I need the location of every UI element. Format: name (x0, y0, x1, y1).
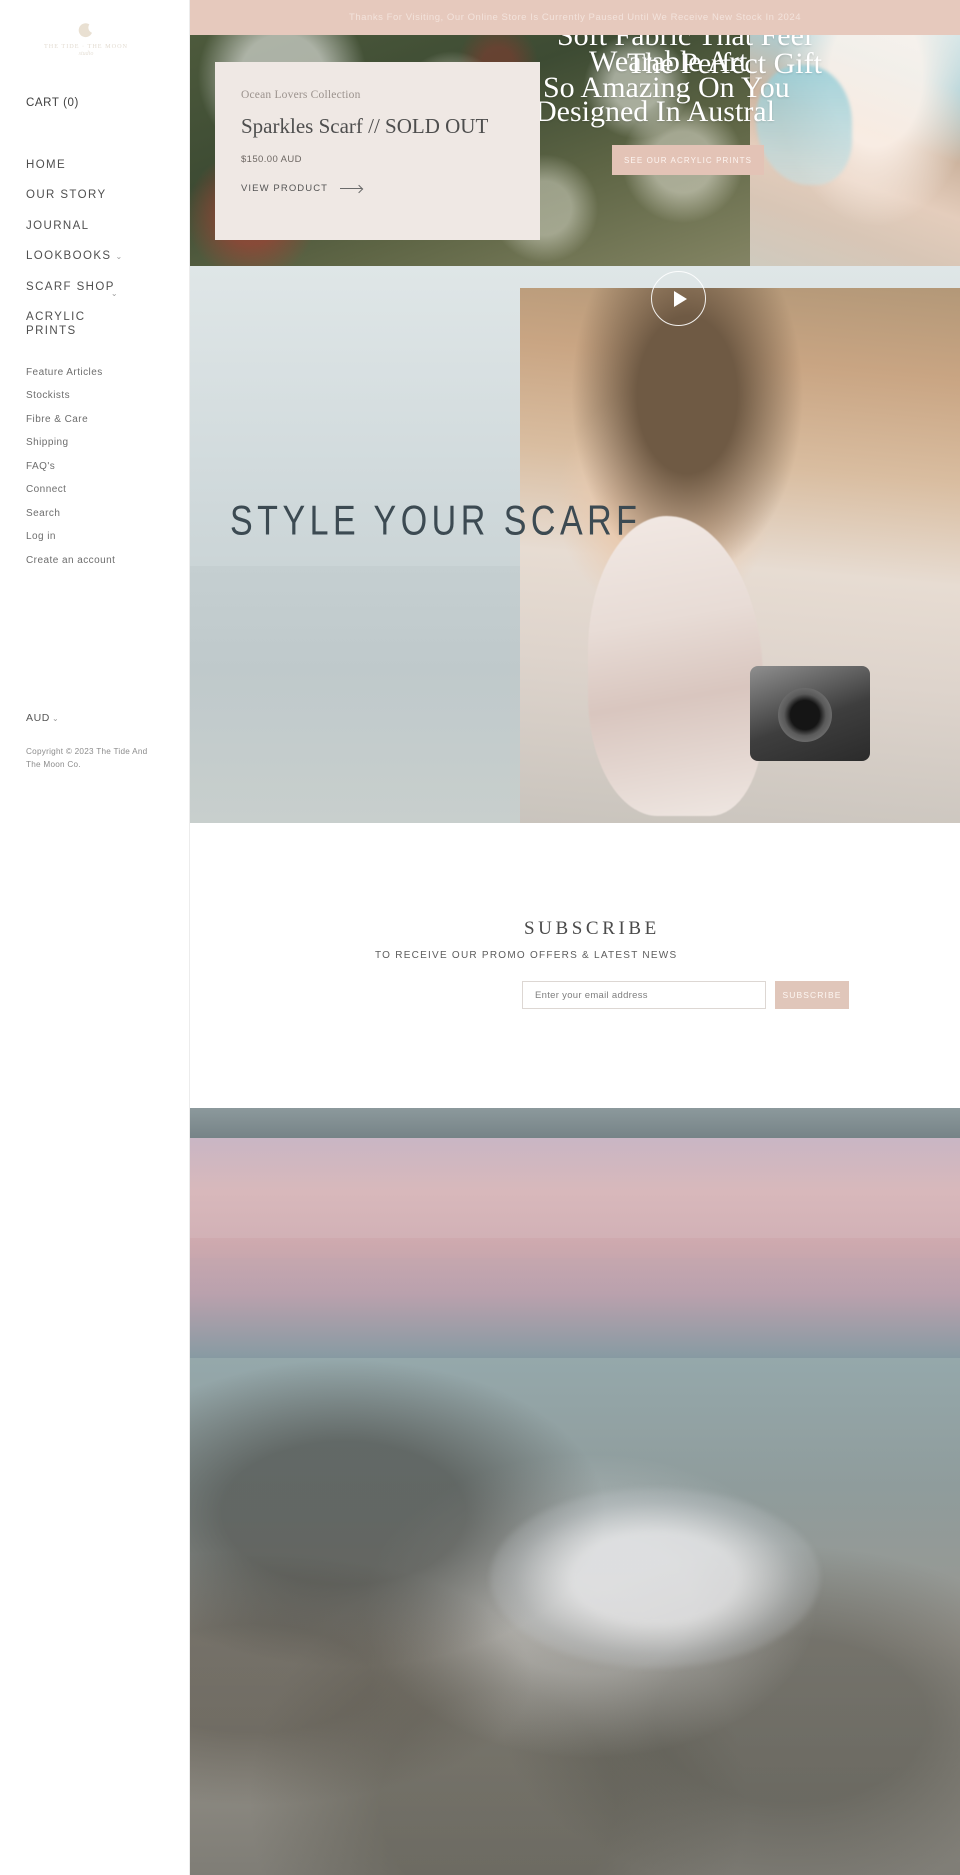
nav-label: JOURNAL (26, 219, 90, 232)
sidebar-item-search[interactable]: Search (26, 508, 189, 519)
sidebar-item-faqs[interactable]: FAQ's (26, 461, 189, 472)
nav-item-our-story[interactable]: OUR STORY (26, 188, 122, 202)
nav-item-lookbooks[interactable]: LOOKBOOKS ⌄ (26, 249, 122, 263)
nav-label: LOOKBOOKS (26, 250, 112, 263)
video-camera (750, 666, 870, 761)
nav-item-scarf-shop[interactable]: SCARF SHOP ⌄ (26, 280, 122, 298)
announcement-bar: Thanks For Visiting, Our Online Store Is… (190, 0, 960, 35)
play-icon[interactable] (651, 271, 706, 326)
chevron-down-icon[interactable]: ⌄ (115, 252, 123, 261)
sidebar: THE TIDE · THE MOON studio CART (0) HOME… (0, 0, 190, 1875)
nav-item-acrylic-prints[interactable]: ACRYLIC PRINTS (26, 310, 122, 339)
chevron-down-icon[interactable]: ⌄ (111, 289, 119, 299)
crescent-moon-icon (78, 23, 92, 38)
sidebar-item-create-account[interactable]: Create an account (26, 555, 189, 566)
nav-item-journal[interactable]: JOURNAL (26, 219, 122, 233)
secondary-navigation: Feature Articles Stockists Fibre & Care … (26, 367, 189, 566)
subscribe-form: SUBSCRIBE (522, 981, 849, 1009)
email-field[interactable] (522, 981, 766, 1009)
sidebar-item-stockists[interactable]: Stockists (26, 390, 189, 401)
copyright-text: Copyright © 2023 The Tide And The Moon C… (26, 747, 148, 769)
hero-cta-label: SEE OUR ACRYLIC PRINTS (623, 155, 753, 165)
currency-value: AUD (26, 712, 50, 724)
subscribe-title: SUBSCRIBE (524, 918, 660, 939)
sidebar-item-connect[interactable]: Connect (26, 484, 189, 495)
logo-script: studio (78, 51, 94, 57)
announcement-text: Thanks For Visiting, Our Online Store Is… (348, 12, 802, 23)
subscribe-section: SUBSCRIBE TO RECEIVE OUR PROMO OFFERS & … (190, 823, 960, 1108)
sidebar-item-shipping[interactable]: Shipping (26, 437, 189, 448)
cart-link[interactable]: CART (0) (26, 97, 79, 109)
nav-label: SCARF SHOP (26, 280, 115, 293)
product-collection-label: Ocean Lovers Collection (241, 89, 361, 101)
nav-item-home[interactable]: HOME (26, 158, 122, 172)
product-price: $150.00 AUD (241, 154, 302, 166)
main-content: Thanks For Visiting, Our Online Store Is… (190, 0, 960, 1875)
featured-product-card[interactable]: Ocean Lovers Collection Sparkles Scarf /… (215, 62, 540, 240)
nav-label: ACRYLIC PRINTS (26, 310, 86, 338)
nav-label: OUR STORY (26, 189, 107, 202)
main-navigation: HOME OUR STORY JOURNAL LOOKBOOKS ⌄ SCARF … (26, 158, 189, 339)
view-product-label: VIEW PRODUCT (241, 183, 329, 195)
sidebar-item-fibre-care[interactable]: Fibre & Care (26, 414, 189, 425)
hero-section: Soft Fabric That Feel Wearable Art The P… (190, 35, 960, 266)
video-caption: STYLE YOUR SCARF (230, 498, 642, 545)
view-product-button[interactable]: VIEW PRODUCT (241, 183, 510, 194)
sidebar-item-login[interactable]: Log in (26, 531, 189, 542)
ocean-footer-image (190, 1108, 960, 1875)
video-section[interactable]: STYLE YOUR SCARF (190, 266, 960, 823)
chevron-down-icon: ⌄ (51, 714, 60, 723)
arrow-right-icon (340, 188, 363, 190)
site-logo[interactable]: THE TIDE · THE MOON studio (26, 0, 146, 57)
play-triangle (674, 290, 687, 307)
product-title: Sparkles Scarf // SOLD OUT (241, 114, 489, 138)
currency-selector[interactable]: AUD ⌄ (26, 712, 59, 724)
nav-label: HOME (26, 159, 67, 171)
hero-model-image (750, 35, 960, 266)
subscribe-subtitle: TO RECEIVE OUR PROMO OFFERS & LATEST NEW… (375, 950, 678, 961)
sidebar-item-feature-articles[interactable]: Feature Articles (26, 367, 189, 378)
logo-wordmark: THE TIDE · THE MOON (43, 43, 129, 50)
subscribe-button[interactable]: SUBSCRIBE (775, 981, 849, 1009)
ocean-foam (490, 1488, 820, 1668)
see-acrylic-prints-button[interactable]: SEE OUR ACRYLIC PRINTS (612, 145, 764, 175)
